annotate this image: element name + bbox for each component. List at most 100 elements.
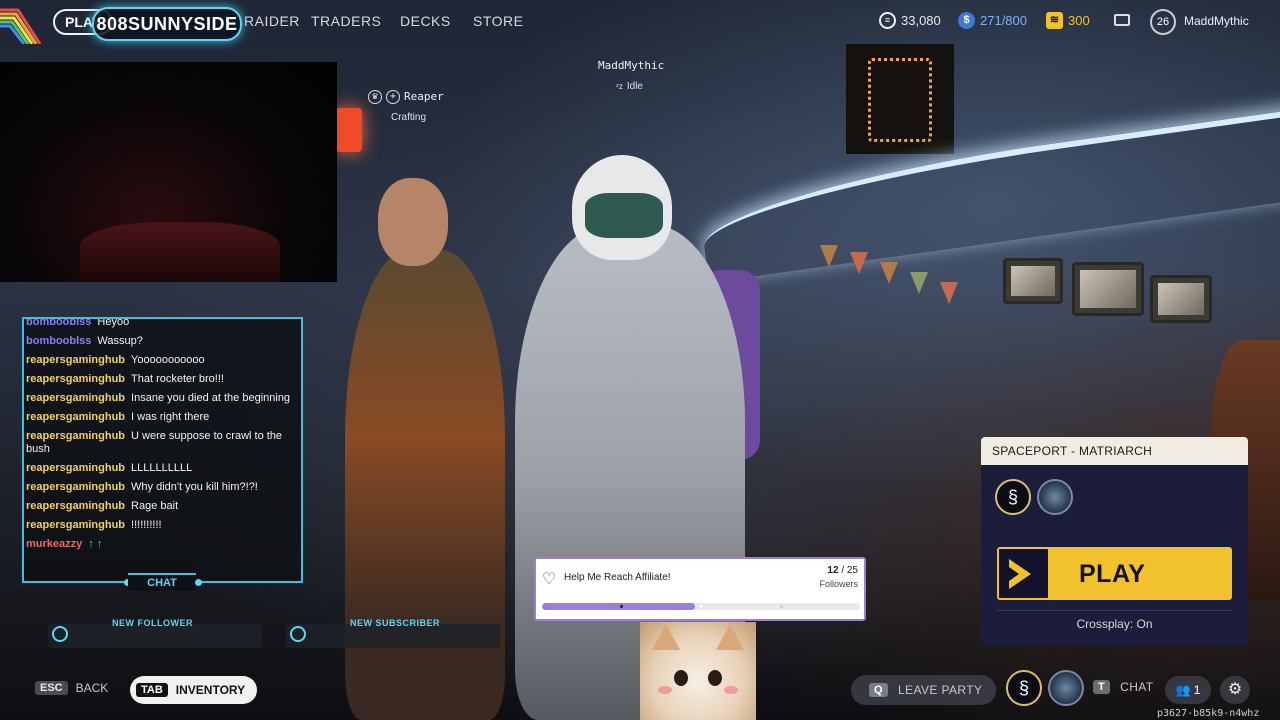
nav-tab-traders[interactable]: TRADERS bbox=[311, 13, 381, 29]
chat-message: reapersgaminghub Rage bait bbox=[26, 497, 299, 516]
credits-value: 300 bbox=[1068, 13, 1090, 28]
leave-party-button[interactable]: Q LEAVE PARTY bbox=[851, 675, 996, 705]
chat-message: reapersgaminghub Why didn't you kill him?… bbox=[26, 478, 299, 497]
chat-message: murkeazzy ↑ ↑ bbox=[26, 535, 299, 554]
crt-monitor bbox=[1003, 258, 1063, 304]
bunting-flag bbox=[850, 252, 868, 274]
play-button[interactable]: PLAY bbox=[997, 547, 1232, 600]
coins-value: 33,080 bbox=[901, 13, 941, 28]
chat-text: Wassup? bbox=[97, 335, 143, 347]
party-member-name: Reaper bbox=[404, 90, 444, 103]
raider-character-2-visor bbox=[585, 193, 663, 238]
streamer-channel-badge: 808SUNNYSIDE bbox=[92, 7, 242, 41]
party-member-tag: ♛ + Reaper bbox=[368, 90, 444, 104]
chat-message: reapersgaminghub U were suppose to crawl … bbox=[26, 427, 299, 459]
rainbow-stripes-icon bbox=[0, 8, 42, 44]
red-lamp bbox=[336, 108, 362, 152]
chat-hint-label: CHAT bbox=[1120, 680, 1154, 694]
new-subscriber-title: NEW SUBSCRIBER bbox=[350, 618, 441, 628]
map-emblem-icon[interactable] bbox=[1037, 479, 1073, 515]
nav-tab-store[interactable]: STORE bbox=[473, 13, 523, 29]
chat-message: reapersgaminghub Yooooooooooo bbox=[26, 351, 299, 370]
snake-emblem-icon[interactable]: § bbox=[995, 479, 1031, 515]
map-emblem-icon[interactable] bbox=[1048, 670, 1084, 706]
stream-chat-box: bombooblss Heyoo bombooblss Wassup? reapersg… bbox=[22, 317, 303, 583]
currency-raider-tokens: $ 271/800 bbox=[958, 12, 1027, 29]
bunting-flag bbox=[820, 245, 838, 267]
follower-icon bbox=[52, 626, 68, 642]
crossplay-status[interactable]: Crossplay: On bbox=[981, 617, 1248, 631]
chat-username[interactable]: murkeazzy bbox=[26, 538, 82, 550]
chat-username[interactable]: bombooblss bbox=[26, 335, 91, 347]
chat-message: reapersgaminghub That rocketer bro!!! bbox=[26, 370, 299, 389]
chat-message: reapersgaminghub I was right there bbox=[26, 408, 299, 427]
currency-coins: ≡ 33,080 bbox=[879, 12, 941, 29]
chat-message: bombooblss Heyoo bbox=[26, 317, 299, 332]
chat-text: I was right there bbox=[131, 411, 210, 423]
chat-message: reapersgaminghub LLLLLLLLLL bbox=[26, 459, 299, 478]
raider-tokens-value: 271/800 bbox=[980, 13, 1027, 28]
chat-username[interactable]: reapersgaminghub bbox=[26, 411, 125, 423]
inventory-label: INVENTORY bbox=[175, 683, 246, 697]
chat-username[interactable]: reapersgaminghub bbox=[26, 354, 125, 366]
chat-text: Why didn't you kill him?!?! bbox=[131, 481, 258, 493]
sleep-icon: ᶻz bbox=[616, 82, 623, 91]
chat-username[interactable]: reapersgaminghub bbox=[26, 373, 125, 385]
neon-awning bbox=[696, 107, 1280, 283]
party-member-status: Crafting bbox=[391, 112, 427, 123]
cat-sticker-image bbox=[640, 622, 756, 720]
goal-milestone-marker bbox=[700, 605, 703, 608]
chat-message: reapersgaminghub!!!!!!!!!! bbox=[26, 516, 299, 535]
chat-message: bombooblss Wassup? bbox=[26, 332, 299, 351]
crown-icon bbox=[290, 626, 306, 642]
raider-character-1 bbox=[345, 250, 505, 720]
chat-username[interactable]: reapersgaminghub bbox=[26, 500, 125, 512]
chat-label-dot bbox=[195, 579, 202, 586]
snake-emblem-icon[interactable]: § bbox=[1006, 670, 1042, 706]
leave-party-label: LEAVE PARTY bbox=[897, 683, 983, 697]
friends-button[interactable]: 👥 1 bbox=[1165, 676, 1211, 704]
bunting-flag bbox=[880, 262, 898, 284]
chat-username[interactable]: reapersgaminghub bbox=[26, 430, 125, 442]
heart-hands-icon: ♡ bbox=[542, 571, 557, 588]
gaming-chair bbox=[80, 222, 280, 282]
back-hint[interactable]: ESC BACK bbox=[35, 681, 108, 695]
new-follower-title: NEW FOLLOWER bbox=[112, 618, 193, 628]
chat-username[interactable]: bombooblss bbox=[26, 319, 91, 328]
chat-username[interactable]: reapersgaminghub bbox=[26, 392, 125, 404]
mail-icon[interactable] bbox=[1114, 14, 1130, 26]
back-label: BACK bbox=[75, 681, 109, 695]
mission-location: SPACEPORT - MATRIARCH bbox=[981, 437, 1248, 465]
goal-progress-fill bbox=[542, 603, 695, 610]
friends-count: 1 bbox=[1193, 683, 1201, 697]
settings-gear-icon[interactable]: ⚙ bbox=[1220, 676, 1250, 704]
party-player-name: MaddMythic bbox=[598, 59, 665, 72]
chat-text: Heyoo bbox=[97, 317, 130, 328]
chat-text: !!!!!!!!!! bbox=[131, 519, 162, 531]
chat-username[interactable]: reapersgaminghub bbox=[26, 481, 125, 493]
t-key: T bbox=[1093, 680, 1111, 694]
chat-text: Rage bait bbox=[131, 500, 179, 512]
nav-tab-raider[interactable]: RAIDER bbox=[244, 13, 300, 29]
raider-token-icon: $ bbox=[958, 12, 975, 29]
neon-arrow-sign bbox=[846, 44, 954, 154]
divider bbox=[997, 610, 1232, 611]
nav-tab-decks[interactable]: DECKS bbox=[400, 13, 451, 29]
bunting-flag bbox=[910, 272, 928, 294]
chat-text: Yooooooooooo bbox=[131, 354, 205, 366]
player-username[interactable]: MaddMythic bbox=[1184, 14, 1249, 28]
friends-icon: 👥 bbox=[1175, 683, 1191, 697]
add-friend-icon[interactable]: + bbox=[386, 90, 400, 104]
chat-username[interactable]: reapersgaminghub bbox=[26, 519, 125, 531]
chat-text: Insane you died at the beginning bbox=[131, 392, 291, 404]
credits-icon: ≋ bbox=[1046, 12, 1063, 29]
coins-icon: ≡ bbox=[879, 12, 896, 29]
player-level-badge[interactable]: 26 bbox=[1150, 9, 1176, 35]
mission-panel: SPACEPORT - MATRIARCH § PLAY Crossplay: … bbox=[981, 437, 1248, 645]
chat-hint[interactable]: T CHAT bbox=[1093, 680, 1154, 694]
party-player-status: ᶻz Idle bbox=[616, 81, 643, 92]
chat-username[interactable]: reapersgaminghub bbox=[26, 462, 125, 474]
crown-icon: ♛ bbox=[368, 90, 382, 104]
chat-message-list: bombooblss Heyoo bombooblss Wassup? reapersg… bbox=[26, 317, 299, 554]
inventory-button[interactable]: TAB INVENTORY bbox=[130, 676, 258, 704]
